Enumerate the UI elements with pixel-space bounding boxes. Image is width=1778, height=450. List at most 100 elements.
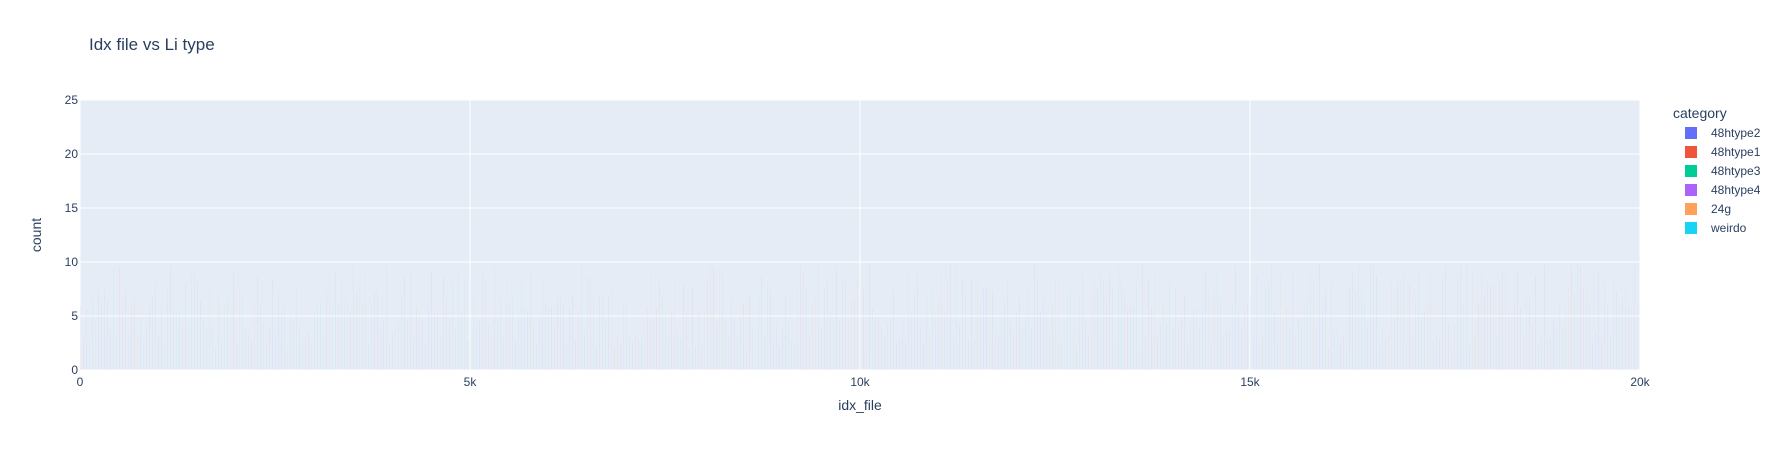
bar <box>1094 281 1095 370</box>
bar <box>767 283 768 370</box>
legend-swatch <box>1685 222 1697 234</box>
bar <box>410 271 411 370</box>
bar <box>983 289 984 370</box>
bar <box>704 311 705 370</box>
bar <box>1367 326 1368 370</box>
bar <box>998 338 999 370</box>
bar <box>1133 307 1134 370</box>
bar <box>1634 264 1635 370</box>
bar <box>1631 308 1632 370</box>
bar <box>863 289 864 370</box>
x-tick-label: 0 <box>77 375 84 389</box>
bar <box>974 338 975 370</box>
bar <box>305 341 306 370</box>
bar <box>1529 297 1530 370</box>
bar <box>653 317 654 370</box>
bar <box>557 299 558 370</box>
bar <box>455 328 456 370</box>
bar <box>1067 293 1068 370</box>
bar <box>1088 336 1089 370</box>
legend-title: category <box>1673 105 1727 121</box>
bar <box>431 270 432 370</box>
bar <box>1505 267 1506 370</box>
bar <box>824 290 825 370</box>
bar <box>554 327 555 370</box>
bar <box>890 319 891 370</box>
bar <box>1187 346 1188 370</box>
bar <box>917 269 918 370</box>
bar <box>1418 271 1419 370</box>
bar <box>284 307 285 370</box>
bar <box>1331 281 1332 370</box>
bar <box>1091 292 1092 370</box>
bar <box>923 342 924 370</box>
bar <box>995 330 996 370</box>
bar <box>515 340 516 370</box>
y-tick-label: 15 <box>65 201 79 215</box>
bar <box>1229 331 1230 370</box>
bar <box>1112 287 1113 370</box>
bar <box>128 333 129 370</box>
bar <box>674 281 675 370</box>
bar <box>695 345 696 370</box>
y-tick-label: 5 <box>71 309 78 323</box>
bar <box>1556 332 1557 370</box>
bar <box>1214 289 1215 370</box>
bar <box>1244 307 1245 370</box>
plot-area[interactable] <box>79 99 1641 371</box>
bar <box>452 285 453 370</box>
bar <box>701 346 702 370</box>
bar <box>1100 274 1101 370</box>
bar <box>188 325 189 370</box>
legend-swatch <box>1685 203 1697 215</box>
bar <box>1025 317 1026 370</box>
bar <box>290 309 291 370</box>
bar <box>1568 287 1569 370</box>
bar <box>1580 266 1581 370</box>
bar <box>1457 278 1458 370</box>
bar <box>1109 275 1110 370</box>
bar <box>425 343 426 370</box>
bar <box>1463 306 1464 370</box>
bar <box>1148 280 1149 370</box>
bar <box>962 280 963 370</box>
bar <box>887 324 888 370</box>
legend: category 48htype248htype148htype348htype… <box>1673 105 1761 235</box>
bar <box>707 282 708 370</box>
bar <box>1055 279 1056 370</box>
bar <box>494 265 495 370</box>
bar <box>686 314 687 370</box>
bar <box>1466 263 1467 370</box>
bar <box>299 325 300 370</box>
bar <box>788 326 789 370</box>
bar <box>710 264 711 370</box>
bar <box>245 328 246 370</box>
bar <box>725 315 726 370</box>
bar <box>1391 283 1392 370</box>
bar <box>791 340 792 370</box>
bar <box>311 345 312 370</box>
bar <box>1511 316 1512 370</box>
bar <box>416 306 417 370</box>
bar <box>1178 328 1179 370</box>
bar <box>407 318 408 370</box>
bar <box>1538 346 1539 370</box>
bar <box>986 285 987 370</box>
bar <box>881 327 882 370</box>
bar <box>575 340 576 370</box>
bar <box>224 308 225 370</box>
bar <box>677 330 678 370</box>
bar <box>137 335 138 370</box>
bar <box>1628 306 1629 370</box>
bar <box>1205 269 1206 370</box>
bar <box>1430 270 1431 370</box>
bar <box>149 307 150 370</box>
bar <box>419 313 420 370</box>
x-tick-label: 10k <box>850 375 870 389</box>
bar <box>842 276 843 370</box>
bar <box>1271 265 1272 370</box>
bar <box>1577 263 1578 370</box>
bar <box>122 312 123 370</box>
bar <box>1433 342 1434 370</box>
bar <box>104 290 105 370</box>
